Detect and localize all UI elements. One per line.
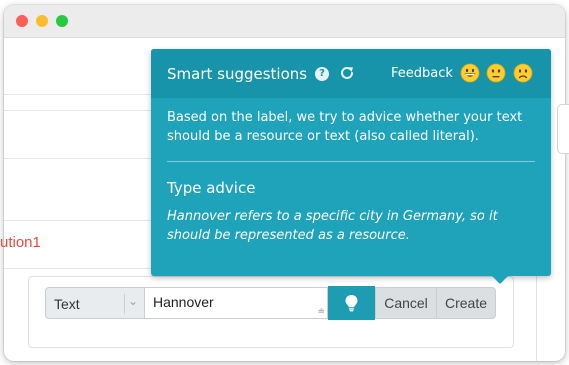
popover-divider	[167, 161, 535, 162]
lightbulb-icon	[345, 295, 358, 312]
row-divider	[4, 110, 151, 111]
help-icon[interactable]: ?	[315, 67, 329, 81]
popover-arrow	[491, 275, 509, 284]
resize-handle-icon[interactable]: ≐	[317, 308, 325, 317]
neutral-face-icon[interactable]	[486, 63, 506, 83]
create-button[interactable]: Create	[436, 287, 496, 319]
side-panel-card	[557, 104, 569, 154]
literal-input-group: Text ⌄ Hannover ≐ Cancel Create	[45, 286, 496, 321]
advice-title: Type advice	[167, 179, 256, 197]
close-window-button[interactable]	[16, 15, 28, 27]
header-divider	[4, 94, 151, 95]
grinning-face-icon[interactable]	[460, 63, 480, 83]
cancel-button[interactable]: Cancel	[375, 287, 436, 319]
advice-text: Hannover refers to a specific city in Ge…	[167, 209, 498, 243]
section-title: ution1	[0, 234, 41, 251]
type-select[interactable]: Text ⌄	[45, 287, 144, 319]
feedback-label: Feedback	[391, 66, 453, 81]
smart-suggestions-popover: Smart suggestions ? Feedback Based on th…	[151, 49, 551, 284]
smart-suggestions-button[interactable]	[328, 286, 375, 320]
chevron-down-icon[interactable]: ⌄	[128, 294, 138, 308]
refresh-icon[interactable]	[339, 65, 355, 81]
popover-title: Smart suggestions	[167, 65, 308, 83]
label-textarea[interactable]: Hannover ≐	[144, 287, 328, 319]
row-divider	[4, 220, 151, 221]
row-divider	[4, 158, 151, 159]
type-select-value: Text	[54, 296, 80, 312]
label-textarea-value: Hannover	[153, 294, 214, 310]
zoom-window-button[interactable]	[56, 15, 68, 27]
popover-description: Based on the label, we try to advice whe…	[167, 110, 523, 144]
select-separator	[124, 294, 125, 314]
popover-header: Smart suggestions ? Feedback	[151, 49, 551, 98]
window-titlebar	[4, 5, 565, 38]
minimize-window-button[interactable]	[36, 15, 48, 27]
slightly-frowning-face-icon[interactable]	[513, 63, 533, 83]
